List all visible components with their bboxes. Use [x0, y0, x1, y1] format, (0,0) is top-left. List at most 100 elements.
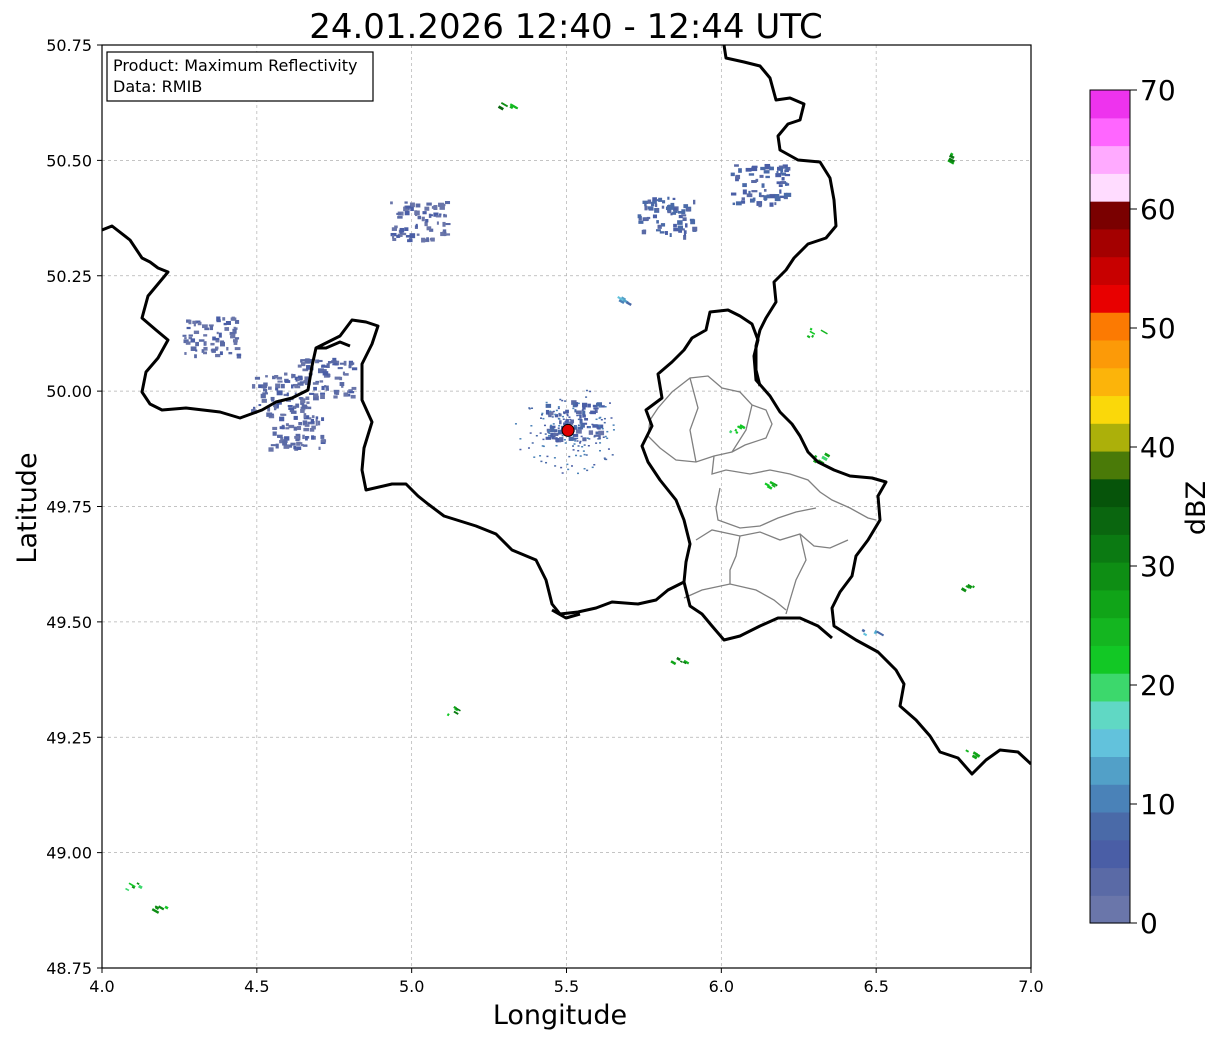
clutter-speckle	[581, 409, 584, 411]
colorbar-bin	[1090, 450, 1130, 480]
colorbar-tick-label: 60	[1140, 193, 1176, 226]
clutter-speckle	[595, 405, 598, 408]
clutter-speckle	[559, 398, 562, 401]
colorbar-tick-label: 20	[1140, 669, 1176, 702]
colorbar-bin	[1090, 339, 1130, 369]
clutter-speckle	[543, 424, 546, 427]
clutter-speckle	[541, 414, 544, 416]
clutter-speckle	[572, 449, 575, 451]
clutter-speckle	[593, 408, 596, 410]
clutter-speckle	[539, 432, 542, 434]
clutter-speckle	[573, 443, 576, 445]
clutter-speckle	[568, 416, 571, 418]
colorbar-bin	[1090, 173, 1130, 202]
info-box: Product: Maximum Reflectivity Data: RMIB	[106, 51, 374, 102]
clutter-speckle	[553, 457, 556, 459]
x-axis-ticks: 4.0 4.5 5.0 5.5 6.0 6.5 7.0	[89, 968, 1044, 996]
x-tick-label: 4.5	[244, 977, 269, 996]
clutter-speckle	[551, 416, 554, 418]
colorbar-bin	[1090, 367, 1130, 397]
colorbar-bin	[1090, 117, 1130, 147]
y-tick-label: 49.25	[46, 728, 92, 747]
clutter-speckle	[583, 453, 586, 456]
colorbar-tick-label: 70	[1140, 74, 1176, 107]
clutter-speckle	[568, 455, 571, 458]
clutter-speckle	[547, 429, 550, 432]
clutter-speckle	[576, 437, 579, 440]
clutter-speckle	[589, 412, 592, 414]
colorbar-bin	[1090, 867, 1130, 896]
colorbar-bin	[1090, 700, 1130, 730]
clutter-speckle	[594, 424, 597, 426]
y-tick-label: 48.75	[46, 959, 92, 978]
clutter-speckle	[580, 419, 583, 421]
clutter-speckle	[549, 424, 552, 427]
clutter-speckle	[549, 434, 552, 437]
clutter-speckle	[583, 444, 586, 446]
clutter-speckle	[541, 412, 544, 415]
clutter-speckle	[554, 413, 557, 416]
clutter-speckle	[591, 423, 594, 426]
clutter-speckle	[542, 417, 545, 420]
y-axis-ticks: 48.75 49.00 49.25 49.50 49.75 50.00 50.25 50.50…	[46, 36, 102, 978]
x-tick-label: 6.5	[863, 977, 888, 996]
clutter-speckle	[597, 438, 600, 440]
clutter-speckle	[530, 425, 533, 427]
clutter-speckle	[595, 418, 598, 421]
clutter-speckle	[585, 454, 588, 456]
colorbar-bin	[1090, 284, 1130, 313]
clutter-speckle	[552, 410, 555, 413]
clutter-speckle	[564, 400, 567, 402]
clutter-speckle	[564, 420, 567, 423]
colorbar-bin	[1090, 201, 1130, 230]
clutter-speckle	[558, 425, 561, 427]
clutter-speckle	[603, 421, 606, 424]
clutter-speckle	[602, 436, 605, 438]
clutter-speckle	[591, 466, 594, 469]
x-tick-label: 6.0	[709, 977, 734, 996]
colorbar-bin	[1090, 728, 1130, 757]
clutter-speckle	[558, 412, 561, 415]
clutter-speckle	[555, 409, 558, 412]
clutter-speckle	[547, 435, 550, 437]
clutter-speckle	[610, 417, 613, 419]
clutter-speckle	[558, 418, 561, 420]
clutter-speckle	[551, 437, 554, 439]
clutter-speckle	[579, 455, 582, 457]
clutter-speckle	[574, 434, 577, 436]
colorbar-tick-label: 40	[1140, 431, 1176, 464]
clutter-speckle	[576, 414, 579, 417]
colorbar-tick-label: 30	[1140, 550, 1176, 583]
clutter-speckle	[572, 445, 575, 447]
clutter-speckle	[557, 433, 560, 435]
clutter-speckle	[570, 465, 573, 467]
clutter-speckle	[561, 434, 564, 437]
clutter-speckle	[545, 461, 548, 464]
colorbar-bin	[1090, 617, 1130, 646]
colorbar-bin	[1090, 145, 1130, 174]
colorbar-bin	[1090, 423, 1130, 452]
colorbar-bin	[1090, 756, 1130, 785]
clutter-speckle	[572, 407, 575, 410]
clutter-speckle	[603, 417, 606, 420]
clutter-speckle	[595, 442, 598, 444]
colorbar-bin	[1090, 895, 1130, 924]
clutter-speckle	[548, 432, 551, 435]
colorbar-bin	[1090, 562, 1130, 591]
radar-site-marker	[561, 423, 575, 437]
clutter-speckle	[575, 454, 578, 457]
clutter-speckle	[607, 448, 610, 450]
colorbar-bin	[1090, 256, 1130, 285]
clutter-speckle	[563, 438, 566, 441]
clutter-speckle	[606, 430, 609, 433]
radar-map-figure: 24.01.2026 12:40 - 12:44 UTC 4.0 4.5 5.0…	[12, 7, 1212, 1031]
clutter-speckle	[612, 429, 615, 431]
clutter-speckle	[566, 414, 569, 417]
x-tick-label: 5.5	[554, 977, 579, 996]
clutter-speckle	[586, 469, 589, 472]
clutter-speckle	[598, 417, 601, 419]
clutter-speckle	[593, 463, 596, 466]
clutter-speckle	[546, 455, 549, 458]
x-axis-label: Longitude	[493, 1000, 627, 1031]
radar-site-dot	[561, 423, 575, 437]
